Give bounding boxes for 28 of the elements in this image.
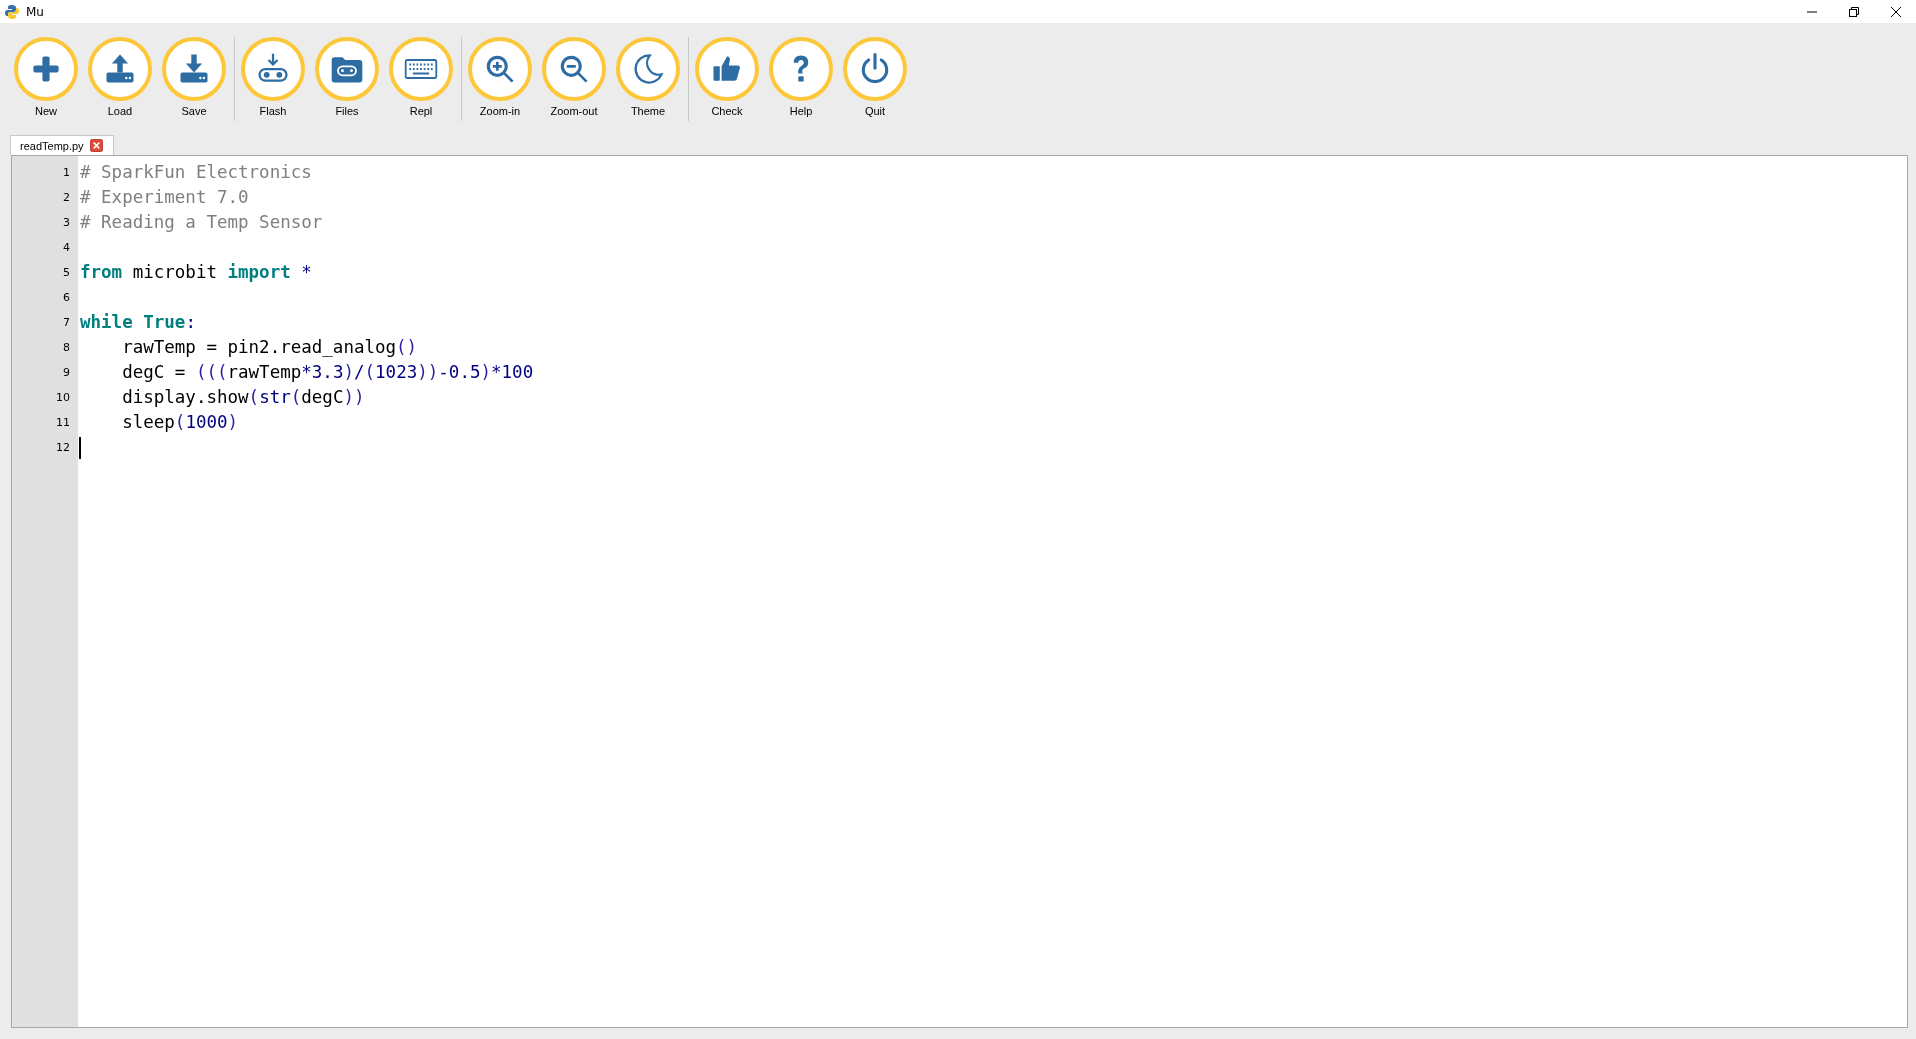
window-title: Mu xyxy=(26,4,44,19)
line-number: 5 xyxy=(63,266,70,279)
close-icon[interactable] xyxy=(1890,5,1902,18)
line-number: 11 xyxy=(56,416,70,429)
line-number: 4 xyxy=(63,241,70,254)
line-number: 3 xyxy=(63,216,70,229)
code-line: while True: xyxy=(80,311,196,334)
file-tab[interactable]: readTemp.py xyxy=(10,135,114,155)
code-line: display.show(str(degC)) xyxy=(121,386,365,409)
line-number: 6 xyxy=(63,291,70,304)
close-tab-icon[interactable] xyxy=(89,139,103,152)
code-line: rawTemp = pin2.read_analog() xyxy=(121,336,418,359)
line-number: 8 xyxy=(63,341,70,354)
code-line: # SparkFun Electronics xyxy=(80,161,312,184)
line-number: 12 xyxy=(56,441,70,454)
line-number: 9 xyxy=(63,366,70,379)
line-number: 7 xyxy=(63,316,70,329)
restore-icon[interactable] xyxy=(1848,5,1860,18)
code-line: from microbit import * xyxy=(80,261,312,284)
line-number: 10 xyxy=(56,391,70,404)
tab-label: readTemp.py xyxy=(20,139,84,152)
line-number: 1 xyxy=(63,166,70,179)
code-line: # Reading a Temp Sensor xyxy=(80,211,323,234)
python-logo-icon xyxy=(4,3,20,20)
line-number: 2 xyxy=(63,191,70,204)
code-line: # Experiment 7.0 xyxy=(80,186,249,209)
code-line: degC = (((rawTemp*3.3)/(1023))-0.5)*100 xyxy=(121,361,534,384)
code-line: sleep(1000) xyxy=(121,411,239,434)
